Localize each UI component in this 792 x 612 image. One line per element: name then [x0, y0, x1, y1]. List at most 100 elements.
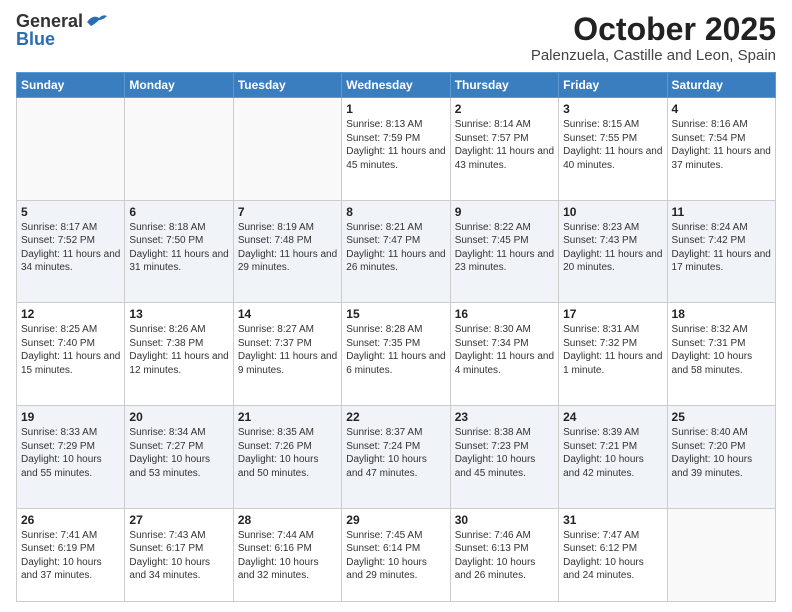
day-info: Sunrise: 8:37 AM Sunset: 7:24 PM Dayligh…	[346, 426, 445, 480]
col-friday: Friday	[559, 73, 667, 98]
table-row: 22 Sunrise: 8:37 AM Sunset: 7:24 PM Dayli…	[342, 406, 450, 509]
day-info: Sunrise: 7:44 AM Sunset: 6:16 PM Dayligh…	[238, 529, 337, 583]
day-info: Sunrise: 8:15 AM Sunset: 7:55 PM Dayligh…	[563, 118, 662, 172]
table-row: 28 Sunrise: 7:44 AM Sunset: 6:16 PM Dayli…	[233, 508, 341, 601]
title-block: October 2025 Palenzuela, Castille and Le…	[531, 12, 776, 64]
table-row: 1 Sunrise: 8:13 AM Sunset: 7:59 PM Daylig…	[342, 98, 450, 201]
col-tuesday: Tuesday	[233, 73, 341, 98]
day-number: 17	[563, 307, 662, 321]
table-row: 17 Sunrise: 8:31 AM Sunset: 7:32 PM Dayli…	[559, 303, 667, 406]
table-row	[125, 98, 233, 201]
day-number: 5	[21, 205, 120, 219]
page: General Blue October 2025 Palenzuela, Ca…	[0, 0, 792, 612]
day-number: 18	[672, 307, 771, 321]
table-row: 19Sunrise: 8:33 AM Sunset: 7:29 PM Dayli…	[17, 406, 125, 509]
table-row: 6 Sunrise: 8:18 AM Sunset: 7:50 PM Daylig…	[125, 200, 233, 303]
day-info: Sunrise: 8:16 AM Sunset: 7:54 PM Dayligh…	[672, 118, 771, 172]
day-number: 22	[346, 410, 445, 424]
table-row: 12 Sunrise: 8:25 AM Sunset: 7:40 PM Dayli…	[17, 303, 125, 406]
day-info: Sunrise: 8:21 AM Sunset: 7:47 PM Dayligh…	[346, 221, 445, 275]
day-info: Sunrise: 7:41 AM Sunset: 6:19 PM Dayligh…	[21, 529, 120, 583]
day-number: 25	[672, 410, 771, 424]
table-row: 3Sunrise: 8:15 AM Sunset: 7:55 PM Daylig…	[559, 98, 667, 201]
day-info: Sunrise: 8:18 AM Sunset: 7:50 PM Dayligh…	[129, 221, 228, 275]
day-info: Sunrise: 8:23 AM Sunset: 7:43 PM Dayligh…	[563, 221, 662, 275]
day-number: 13	[129, 307, 228, 321]
table-row: 5Sunrise: 8:17 AM Sunset: 7:52 PM Daylig…	[17, 200, 125, 303]
calendar-week-row: 5Sunrise: 8:17 AM Sunset: 7:52 PM Daylig…	[17, 200, 776, 303]
table-row: 25 Sunrise: 8:40 AM Sunset: 7:20 PM Dayli…	[667, 406, 775, 509]
day-info: Sunrise: 8:30 AM Sunset: 7:34 PM Dayligh…	[455, 323, 554, 377]
table-row: 16Sunrise: 8:30 AM Sunset: 7:34 PM Dayli…	[450, 303, 558, 406]
calendar-week-row: 12 Sunrise: 8:25 AM Sunset: 7:40 PM Dayli…	[17, 303, 776, 406]
table-row: 2Sunrise: 8:14 AM Sunset: 7:57 PM Daylig…	[450, 98, 558, 201]
logo: General Blue	[16, 12, 107, 50]
table-row: 9 Sunrise: 8:22 AM Sunset: 7:45 PM Daylig…	[450, 200, 558, 303]
day-number: 20	[129, 410, 228, 424]
day-number: 6	[129, 205, 228, 219]
table-row: 8 Sunrise: 8:21 AM Sunset: 7:47 PM Daylig…	[342, 200, 450, 303]
table-row: 10 Sunrise: 8:23 AM Sunset: 7:43 PM Dayli…	[559, 200, 667, 303]
table-row: 15Sunrise: 8:28 AM Sunset: 7:35 PM Dayli…	[342, 303, 450, 406]
day-number: 21	[238, 410, 337, 424]
table-row: 23 Sunrise: 8:38 AM Sunset: 7:23 PM Dayli…	[450, 406, 558, 509]
day-info: Sunrise: 8:31 AM Sunset: 7:32 PM Dayligh…	[563, 323, 662, 377]
day-info: Sunrise: 8:35 AM Sunset: 7:26 PM Dayligh…	[238, 426, 337, 480]
calendar-week-row: 1 Sunrise: 8:13 AM Sunset: 7:59 PM Daylig…	[17, 98, 776, 201]
table-row: 18 Sunrise: 8:32 AM Sunset: 7:31 PM Dayli…	[667, 303, 775, 406]
day-number: 8	[346, 205, 445, 219]
col-sunday: Sunday	[17, 73, 125, 98]
table-row: 13 Sunrise: 8:26 AM Sunset: 7:38 PM Dayli…	[125, 303, 233, 406]
day-number: 7	[238, 205, 337, 219]
day-number: 31	[563, 513, 662, 527]
table-row: 7 Sunrise: 8:19 AM Sunset: 7:48 PM Daylig…	[233, 200, 341, 303]
day-info: Sunrise: 7:47 AM Sunset: 6:12 PM Dayligh…	[563, 529, 662, 583]
day-number: 26	[21, 513, 120, 527]
logo-blue-text: Blue	[16, 30, 55, 50]
day-number: 19	[21, 410, 120, 424]
day-number: 28	[238, 513, 337, 527]
day-number: 24	[563, 410, 662, 424]
day-number: 4	[672, 102, 771, 116]
day-number: 29	[346, 513, 445, 527]
table-row: 30 Sunrise: 7:46 AM Sunset: 6:13 PM Dayli…	[450, 508, 558, 601]
table-row	[17, 98, 125, 201]
table-row: 14Sunrise: 8:27 AM Sunset: 7:37 PM Dayli…	[233, 303, 341, 406]
day-info: Sunrise: 8:13 AM Sunset: 7:59 PM Dayligh…	[346, 118, 445, 172]
day-info: Sunrise: 8:39 AM Sunset: 7:21 PM Dayligh…	[563, 426, 662, 480]
table-row: 21 Sunrise: 8:35 AM Sunset: 7:26 PM Dayli…	[233, 406, 341, 509]
table-row: 27Sunrise: 7:43 AM Sunset: 6:17 PM Dayli…	[125, 508, 233, 601]
day-info: Sunrise: 8:38 AM Sunset: 7:23 PM Dayligh…	[455, 426, 554, 480]
header: General Blue October 2025 Palenzuela, Ca…	[16, 12, 776, 64]
day-number: 9	[455, 205, 554, 219]
day-info: Sunrise: 7:46 AM Sunset: 6:13 PM Dayligh…	[455, 529, 554, 583]
day-info: Sunrise: 8:25 AM Sunset: 7:40 PM Dayligh…	[21, 323, 120, 377]
day-info: Sunrise: 8:32 AM Sunset: 7:31 PM Dayligh…	[672, 323, 771, 377]
day-info: Sunrise: 8:26 AM Sunset: 7:38 PM Dayligh…	[129, 323, 228, 377]
table-row: 26 Sunrise: 7:41 AM Sunset: 6:19 PM Dayli…	[17, 508, 125, 601]
col-thursday: Thursday	[450, 73, 558, 98]
day-number: 1	[346, 102, 445, 116]
day-info: Sunrise: 7:43 AM Sunset: 6:17 PM Dayligh…	[129, 529, 228, 583]
day-number: 12	[21, 307, 120, 321]
day-number: 30	[455, 513, 554, 527]
month-title: October 2025	[531, 12, 776, 47]
table-row	[233, 98, 341, 201]
table-row: 20 Sunrise: 8:34 AM Sunset: 7:27 PM Dayli…	[125, 406, 233, 509]
table-row: 29Sunrise: 7:45 AM Sunset: 6:14 PM Dayli…	[342, 508, 450, 601]
col-monday: Monday	[125, 73, 233, 98]
day-number: 23	[455, 410, 554, 424]
day-info: Sunrise: 8:19 AM Sunset: 7:48 PM Dayligh…	[238, 221, 337, 275]
day-number: 15	[346, 307, 445, 321]
day-info: Sunrise: 8:14 AM Sunset: 7:57 PM Dayligh…	[455, 118, 554, 172]
day-info: Sunrise: 8:40 AM Sunset: 7:20 PM Dayligh…	[672, 426, 771, 480]
header-row: Sunday Monday Tuesday Wednesday Thursday…	[17, 73, 776, 98]
table-row: 11Sunrise: 8:24 AM Sunset: 7:42 PM Dayli…	[667, 200, 775, 303]
day-number: 11	[672, 205, 771, 219]
day-info: Sunrise: 8:34 AM Sunset: 7:27 PM Dayligh…	[129, 426, 228, 480]
day-number: 10	[563, 205, 662, 219]
day-number: 14	[238, 307, 337, 321]
calendar-week-row: 26 Sunrise: 7:41 AM Sunset: 6:19 PM Dayli…	[17, 508, 776, 601]
day-info: Sunrise: 8:22 AM Sunset: 7:45 PM Dayligh…	[455, 221, 554, 275]
table-row: 31 Sunrise: 7:47 AM Sunset: 6:12 PM Dayli…	[559, 508, 667, 601]
